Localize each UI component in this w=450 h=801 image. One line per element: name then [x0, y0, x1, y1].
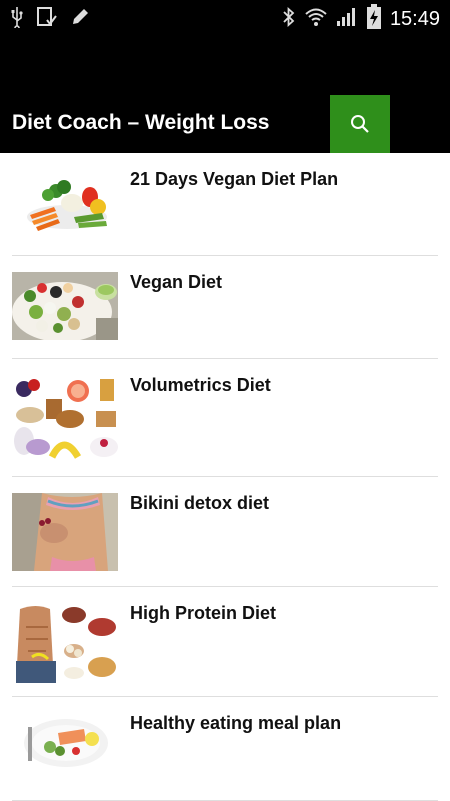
article-title: Volumetrics Diet — [130, 375, 271, 395]
vegetables-image — [12, 169, 118, 241]
pencil-icon — [70, 7, 90, 32]
article-title: 21 Days Vegan Diet Plan — [130, 169, 339, 189]
usb-icon — [10, 6, 24, 33]
search-icon — [351, 115, 369, 133]
bluetooth-icon — [282, 6, 296, 33]
article-title: Healthy eating meal plan — [130, 713, 342, 733]
battery-charging-icon — [366, 4, 382, 35]
article-list: 21 Days Vegan Diet Plan Vegan Diet Volum… — [0, 153, 450, 801]
search-button[interactable] — [330, 95, 390, 153]
list-item[interactable]: High Protein Diet — [12, 587, 438, 697]
app-title: Diet Coach – Weight Loss — [12, 111, 270, 134]
clock: 15:49 — [389, 8, 440, 30]
wifi-icon — [304, 6, 328, 33]
list-item[interactable]: 21 Days Vegan Diet Plan — [12, 153, 438, 256]
list-item[interactable]: Bikini detox diet — [12, 477, 438, 587]
protein-foods-image — [12, 603, 118, 683]
app-bar: Diet Coach – Weight Loss — [0, 34, 450, 153]
bikini-body-image — [12, 493, 118, 571]
salmon-salad-image — [12, 713, 118, 773]
signal-icon — [336, 6, 358, 33]
system-icons: 15:49 — [282, 4, 440, 35]
salad-platter-image — [12, 272, 118, 340]
article-title: Bikini detox diet — [130, 493, 270, 513]
screenshot-icon — [36, 6, 58, 33]
notification-icons — [10, 6, 90, 33]
list-item[interactable]: Vegan Diet — [12, 256, 438, 359]
status-bar: 15:49 — [0, 0, 450, 34]
article-title: Vegan Diet — [130, 272, 223, 292]
list-item[interactable]: Volumetrics Diet — [12, 359, 438, 477]
list-item[interactable]: Healthy eating meal plan — [12, 697, 438, 801]
fruit-breakfast-image — [12, 375, 118, 463]
article-title: High Protein Diet — [130, 603, 277, 623]
